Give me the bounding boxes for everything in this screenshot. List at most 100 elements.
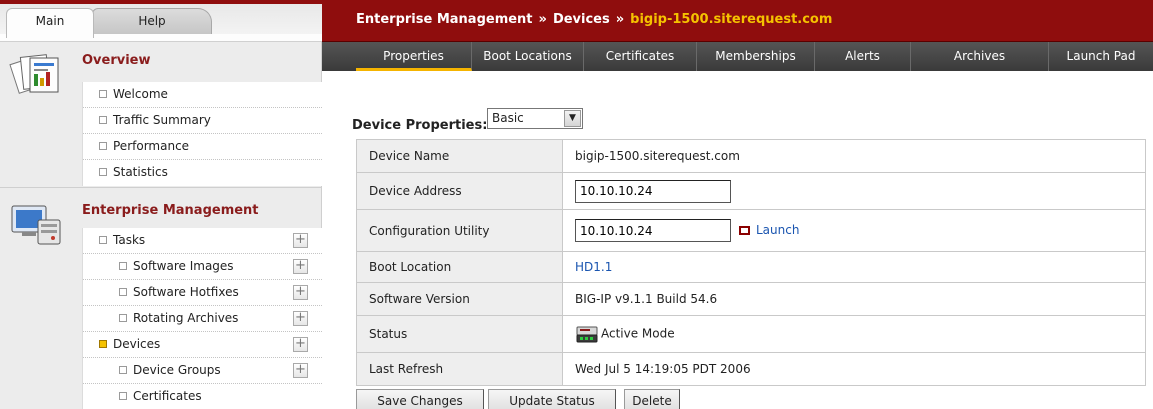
config-utility-input[interactable] [575, 219, 731, 242]
last-refresh-label: Last Refresh [356, 352, 563, 386]
breadcrumb-current-device: bigip-1500.siterequest.com [630, 12, 833, 27]
tab-properties[interactable]: Properties [356, 42, 472, 71]
nav-tasks[interactable]: Tasks + [83, 228, 322, 254]
device-address-input[interactable] [575, 179, 731, 203]
overview-nav: Welcome Traffic Summary Performance Stat… [82, 82, 322, 186]
breadcrumb-enterprise-management[interactable]: Enterprise Management [356, 12, 533, 27]
f5-enterprise-manager: Help Main Overview Welcome Traffic Summa… [0, 0, 1153, 409]
sidebar: Help Main Overview Welcome Traffic Summa… [0, 0, 322, 409]
properties-view-value: Basic [492, 111, 524, 125]
table-row: Device Address [356, 172, 1146, 210]
device-address-cell [562, 172, 1146, 210]
table-row: Configuration Utility Launch [356, 209, 1146, 252]
device-name-label: Device Name [356, 139, 563, 173]
config-utility-cell: Launch [562, 209, 1146, 252]
bullet-icon [119, 392, 127, 400]
tab-memberships[interactable]: Memberships [697, 42, 815, 71]
overview-title: Overview [82, 53, 151, 68]
bullet-icon [99, 142, 107, 150]
active-bullet-icon [99, 340, 107, 348]
breadcrumb-devices[interactable]: Devices [553, 12, 610, 27]
tab-boot-locations[interactable]: Boot Locations [472, 42, 584, 71]
last-refresh-value: Wed Jul 5 14:19:05 PDT 2006 [562, 352, 1146, 386]
device-properties-table: Device Name bigip-1500.siterequest.com D… [356, 139, 1146, 386]
expand-software-images-icon[interactable]: + [293, 259, 308, 274]
bullet-icon [99, 116, 107, 124]
expand-rotating-archives-icon[interactable]: + [293, 311, 308, 326]
device-properties-label: Device Properties: [352, 118, 488, 133]
nav-welcome-label: Welcome [113, 87, 168, 101]
nav-welcome[interactable]: Welcome [83, 82, 322, 108]
bullet-icon [99, 236, 107, 244]
title-bar: Enterprise Management » Devices » bigip-1500… [322, 0, 1153, 42]
nav-rotating-archives-label: Rotating Archives [133, 311, 239, 325]
launch-link[interactable]: Launch [756, 223, 799, 237]
tab-certificates[interactable]: Certificates [584, 42, 697, 71]
table-row: Device Name bigip-1500.siterequest.com [356, 139, 1146, 173]
device-tabs: Properties Boot Locations Certificates M… [322, 42, 1153, 71]
nav-devices-label: Devices [113, 337, 161, 351]
bullet-icon [119, 288, 127, 296]
launch-icon[interactable] [739, 226, 750, 235]
dropdown-arrow-icon[interactable]: ▼ [564, 110, 581, 127]
bullet-icon [119, 366, 127, 374]
nav-devices[interactable]: Devices + [83, 332, 322, 358]
device-name-value: bigip-1500.siterequest.com [562, 139, 1146, 173]
table-row: Software Version BIG-IP v9.1.1 Build 54.… [356, 282, 1146, 316]
nav-certificates-label: Certificates [133, 389, 202, 403]
expand-tasks-icon[interactable]: + [293, 233, 308, 248]
bullet-icon [99, 168, 107, 176]
tab-alerts[interactable]: Alerts [815, 42, 911, 71]
boot-location-cell: HD1.1 [562, 251, 1146, 283]
table-row: Last Refresh Wed Jul 5 14:19:05 PDT 2006 [356, 352, 1146, 386]
tab-main[interactable]: Main [6, 8, 94, 38]
nav-software-hotfixes[interactable]: Software Hotfixes + [83, 280, 322, 306]
sidebar-top-stripe [0, 0, 322, 4]
nav-certificates[interactable]: Certificates [83, 384, 322, 409]
nav-performance[interactable]: Performance [83, 134, 322, 160]
nav-statistics-label: Statistics [113, 165, 168, 179]
software-version-label: Software Version [356, 282, 563, 316]
delete-button[interactable]: Delete [624, 389, 680, 409]
sidebar-tabbar: Help Main [0, 0, 322, 42]
nav-traffic-summary[interactable]: Traffic Summary [83, 108, 322, 134]
nav-statistics[interactable]: Statistics [83, 160, 322, 186]
enterprise-management-title: Enterprise Management [82, 203, 259, 218]
tab-archives[interactable]: Archives [911, 42, 1049, 71]
breadcrumb-separator: » [615, 12, 625, 27]
nav-rotating-archives[interactable]: Rotating Archives + [83, 306, 322, 332]
nav-software-hotfixes-label: Software Hotfixes [133, 285, 239, 299]
status-cell: Active Mode [562, 315, 1146, 353]
table-row: Boot Location HD1.1 [356, 251, 1146, 283]
breadcrumb: Enterprise Management » Devices » bigip-1500… [356, 9, 832, 31]
boot-location-label: Boot Location [356, 251, 563, 283]
expand-software-hotfixes-icon[interactable]: + [293, 285, 308, 300]
nav-software-images-label: Software Images [133, 259, 234, 273]
nav-traffic-summary-label: Traffic Summary [113, 113, 211, 127]
nav-tasks-label: Tasks [113, 233, 146, 247]
expand-device-groups-icon[interactable]: + [293, 363, 308, 378]
tab-launch-pad[interactable]: Launch Pad [1049, 42, 1153, 71]
device-address-label: Device Address [356, 172, 563, 210]
bullet-icon [99, 90, 107, 98]
software-version-value: BIG-IP v9.1.1 Build 54.6 [562, 282, 1146, 316]
breadcrumb-separator: » [538, 12, 547, 27]
update-status-button[interactable]: Update Status [488, 389, 616, 409]
properties-view-select[interactable]: Basic ▼ [487, 108, 583, 129]
config-utility-label: Configuration Utility [356, 209, 563, 252]
status-value: Active Mode [601, 326, 675, 341]
table-row: Status Active Mode [356, 315, 1146, 353]
boot-location-link[interactable]: HD1.1 [575, 260, 612, 274]
active-mode-icon [576, 326, 598, 343]
nav-device-groups[interactable]: Device Groups + [83, 358, 322, 384]
status-label: Status [356, 315, 563, 353]
enterprise-management-icon [11, 205, 61, 245]
section-divider [0, 187, 322, 188]
nav-software-images[interactable]: Software Images + [83, 254, 322, 280]
nav-performance-label: Performance [113, 139, 190, 153]
bullet-icon [119, 262, 127, 270]
bullet-icon [119, 314, 127, 322]
save-changes-button[interactable]: Save Changes [356, 389, 484, 409]
expand-devices-icon[interactable]: + [293, 337, 308, 352]
tab-help[interactable]: Help [92, 8, 212, 34]
